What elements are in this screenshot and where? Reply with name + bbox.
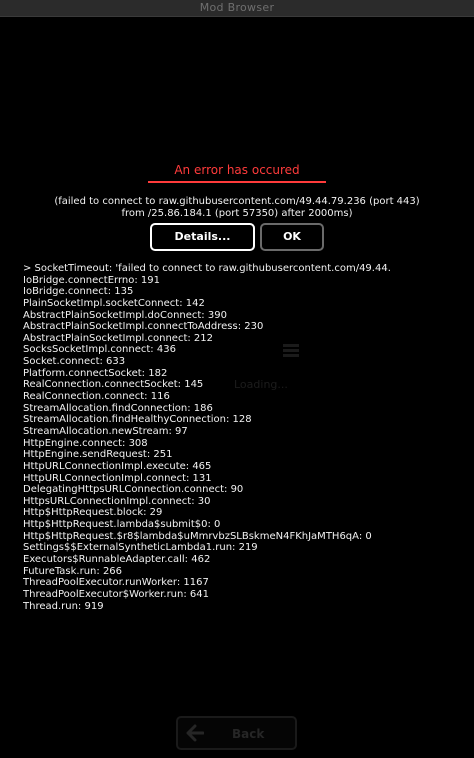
stacktrace-line: RealConnection.connect: 116 bbox=[23, 391, 170, 403]
error-message-line: (failed to connect to raw.githubusercont… bbox=[54, 196, 420, 207]
stacktrace-line: StreamAllocation.newStream: 97 bbox=[23, 425, 188, 437]
stacktrace-line: Platform.connectSocket: 182 bbox=[23, 367, 168, 379]
arrow-left-icon bbox=[186, 724, 204, 742]
stacktrace-line: HttpEngine.connect: 308 bbox=[23, 437, 148, 449]
stacktrace-line: AbstractPlainSocketImpl.doConnect: 390 bbox=[23, 309, 227, 321]
stacktrace-line: SocksSocketImpl.connect: 436 bbox=[23, 344, 176, 356]
stacktrace-line: Settings$$ExternalSyntheticLambda1.run: … bbox=[23, 542, 258, 554]
error-heading: An error has occured bbox=[174, 163, 300, 177]
stacktrace-line: Executors$RunnableAdapter.call: 462 bbox=[23, 554, 211, 566]
stacktrace-line: RealConnection.connectSocket: 145 bbox=[23, 379, 204, 391]
stacktrace-line: AbstractPlainSocketImpl.connect: 212 bbox=[23, 332, 213, 344]
error-message-line: from /25.86.184.1 (port 57350) after 200… bbox=[121, 208, 353, 219]
stacktrace-line: ThreadPoolExecutor.runWorker: 1167 bbox=[23, 577, 209, 589]
stacktrace-line: DelegatingHttpsURLConnection.connect: 90 bbox=[23, 484, 244, 496]
stacktrace-line: StreamAllocation.findConnection: 186 bbox=[23, 402, 213, 414]
stacktrace-line: Thread.run: 919 bbox=[23, 600, 104, 612]
stacktrace-line: IoBridge.connectErrno: 191 bbox=[23, 274, 160, 286]
error-heading-underline bbox=[148, 181, 326, 183]
stacktrace-line: ThreadPoolExecutor$Worker.run: 641 bbox=[23, 588, 209, 600]
stacktrace-line: StreamAllocation.findHealthyConnection: … bbox=[23, 414, 252, 426]
stacktrace-line: HttpURLConnectionImpl.connect: 131 bbox=[23, 472, 212, 484]
stacktrace-line: HttpsURLConnectionImpl.connect: 30 bbox=[23, 495, 211, 507]
stacktrace-line: Socket.connect: 633 bbox=[23, 356, 126, 368]
title-bar: Mod Browser bbox=[0, 0, 474, 17]
stacktrace-line: > SocketTimeout: 'failed to connect to r… bbox=[23, 263, 391, 274]
error-message: (failed to connect to raw.githubusercont… bbox=[4, 196, 470, 220]
details-button[interactable]: Details... bbox=[150, 223, 255, 251]
stacktrace-line: FutureTask.run: 266 bbox=[23, 565, 123, 577]
stacktrace-line: Http$HttpRequest.block: 29 bbox=[23, 507, 163, 519]
back-label: Back bbox=[232, 727, 265, 741]
stacktrace-line: HttpEngine.sendRequest: 251 bbox=[23, 449, 173, 461]
stacktrace-line: IoBridge.connect: 135 bbox=[23, 286, 134, 298]
stacktrace[interactable]: > SocketTimeout: 'failed to connect to r… bbox=[23, 263, 471, 612]
stacktrace-line: Http$HttpRequest.$r8$lambda$uMmrvbzSLBsk… bbox=[23, 530, 372, 542]
stacktrace-line: HttpURLConnectionImpl.execute: 465 bbox=[23, 460, 212, 472]
window-title: Mod Browser bbox=[199, 1, 275, 14]
stacktrace-line: Http$HttpRequest.lambda$submit$0: 0 bbox=[23, 519, 221, 531]
stacktrace-line: AbstractPlainSocketImpl.connectToAddress… bbox=[23, 321, 264, 333]
back-button[interactable]: Back bbox=[176, 716, 297, 750]
ok-button[interactable]: OK bbox=[260, 223, 324, 251]
stacktrace-line: PlainSocketImpl.socketConnect: 142 bbox=[23, 297, 205, 309]
